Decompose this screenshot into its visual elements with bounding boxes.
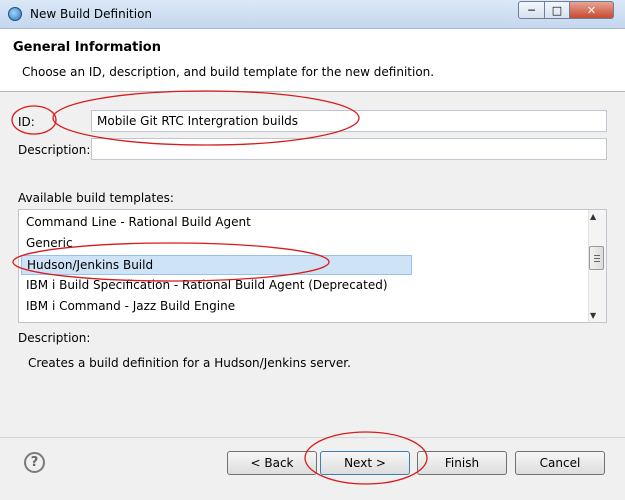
id-field[interactable]: Mobile Git RTC Intergration builds: [91, 110, 607, 132]
page-title: General Information: [13, 40, 161, 55]
list-item[interactable]: IBM i Command - Jazz Build Engine: [21, 297, 412, 317]
list-item[interactable]: Command Line - Rational Build Agent: [21, 213, 412, 233]
list-item[interactable]: IBM i Build Specification - Rational Bui…: [21, 276, 412, 296]
next-button[interactable]: Next >: [320, 451, 410, 475]
close-button[interactable]: ✕: [569, 1, 614, 19]
footer-divider: [0, 437, 625, 438]
app-icon: [8, 7, 22, 21]
description-label: Description:: [18, 143, 91, 157]
wizard-header: [0, 29, 625, 92]
scroll-up-icon[interactable]: ▲: [590, 212, 596, 221]
maximize-button[interactable]: □: [544, 1, 570, 19]
scroll-down-icon[interactable]: ▼: [590, 311, 596, 320]
page-description: Choose an ID, description, and build tem…: [22, 65, 435, 79]
list-item-selected[interactable]: Hudson/Jenkins Build: [21, 255, 412, 275]
description-field[interactable]: [91, 138, 607, 160]
help-icon[interactable]: ?: [24, 452, 45, 473]
finish-button[interactable]: Finish: [417, 451, 507, 475]
window-title: New Build Definition: [30, 7, 153, 21]
scrollbar-thumb[interactable]: [589, 246, 604, 270]
templates-label: Available build templates:: [18, 191, 174, 205]
template-description-text: Creates a build definition for a Hudson/…: [28, 356, 351, 370]
template-description-heading: Description:: [18, 331, 91, 345]
minimize-button[interactable]: ─: [518, 1, 545, 19]
list-item[interactable]: Generic: [21, 234, 412, 254]
id-label: ID:: [18, 115, 35, 129]
cancel-button[interactable]: Cancel: [515, 451, 605, 475]
back-button[interactable]: < Back: [227, 451, 317, 475]
templates-list[interactable]: Command Line - Rational Build Agent Gene…: [18, 209, 607, 323]
